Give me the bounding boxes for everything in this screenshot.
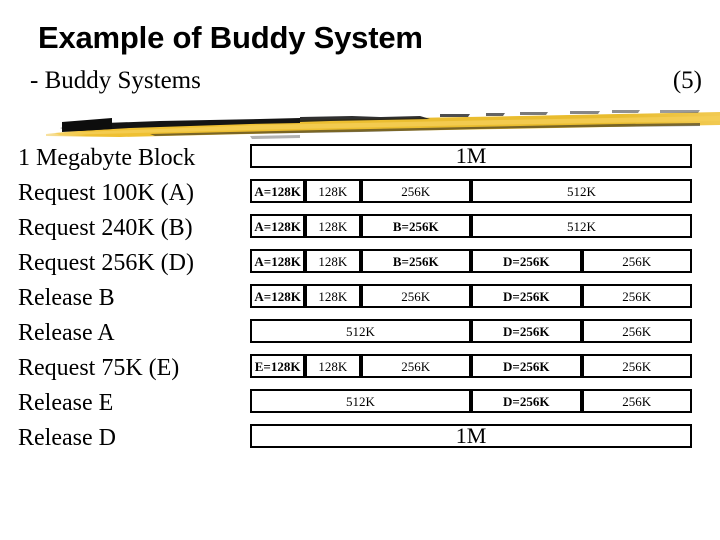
row-label: Release E	[18, 390, 114, 416]
row-label: Release D	[18, 425, 116, 451]
memory-row: A=128K 128K B=256K 512K	[250, 214, 692, 238]
free-block: 256K	[360, 354, 471, 378]
row-label: Release B	[18, 285, 115, 311]
allocated-block: D=256K	[471, 249, 582, 273]
page-number: (5)	[672, 67, 702, 94]
allocated-block: A=128K	[250, 214, 306, 238]
allocated-block: D=256K	[471, 389, 582, 413]
allocated-block: A=128K	[250, 249, 306, 273]
allocated-block: B=256K	[360, 214, 471, 238]
allocated-block: D=256K	[471, 284, 582, 308]
free-block: 128K	[305, 354, 361, 378]
free-block: 256K	[581, 284, 692, 308]
brush-stroke-divider	[0, 98, 720, 140]
row-label: Request 75K (E)	[18, 355, 180, 381]
free-block: 1M	[250, 424, 692, 448]
allocated-block: A=128K	[250, 284, 306, 308]
allocated-block: D=256K	[471, 319, 582, 343]
free-block: 1M	[250, 144, 692, 168]
slide-subtitle: - Buddy Systems	[30, 67, 201, 94]
operation-label-column: 1 Megabyte Block Request 100K (A) Reques…	[18, 142, 248, 457]
allocated-block: B=256K	[360, 249, 471, 273]
memory-row: 512K D=256K 256K	[250, 319, 692, 343]
free-block: 256K	[581, 389, 692, 413]
free-block: 128K	[305, 249, 361, 273]
row-label: Release A	[18, 320, 115, 346]
free-block: 128K	[305, 284, 361, 308]
memory-row: 1M	[250, 144, 692, 168]
memory-block-diagram: 1M A=128K 128K 256K 512K A=128K 128K B=256K 512K…	[250, 144, 692, 459]
row-label: Request 240K (B)	[18, 215, 193, 241]
page-title: Example of Buddy System	[38, 20, 423, 55]
free-block: 256K	[581, 354, 692, 378]
free-block: 256K	[360, 179, 471, 203]
allocated-block: D=256K	[471, 354, 582, 378]
memory-row: 1M	[250, 424, 692, 448]
free-block: 128K	[305, 179, 361, 203]
memory-row: A=128K 128K 256K 512K	[250, 179, 692, 203]
free-block: 512K	[250, 389, 471, 413]
allocated-block: A=128K	[250, 179, 306, 203]
free-block: 128K	[305, 214, 361, 238]
memory-row: E=128K 128K 256K D=256K 256K	[250, 354, 692, 378]
free-block: 512K	[471, 214, 692, 238]
row-label: Request 100K (A)	[18, 180, 194, 206]
memory-row: A=128K 128K 256K D=256K 256K	[250, 284, 692, 308]
allocated-block: E=128K	[250, 354, 306, 378]
memory-row: 512K D=256K 256K	[250, 389, 692, 413]
row-label: 1 Megabyte Block	[18, 145, 196, 171]
free-block: 256K	[581, 249, 692, 273]
free-block: 512K	[471, 179, 692, 203]
free-block: 256K	[581, 319, 692, 343]
memory-row: A=128K 128K B=256K D=256K 256K	[250, 249, 692, 273]
row-label: Request 256K (D)	[18, 250, 194, 276]
free-block: 256K	[360, 284, 471, 308]
free-block: 512K	[250, 319, 471, 343]
